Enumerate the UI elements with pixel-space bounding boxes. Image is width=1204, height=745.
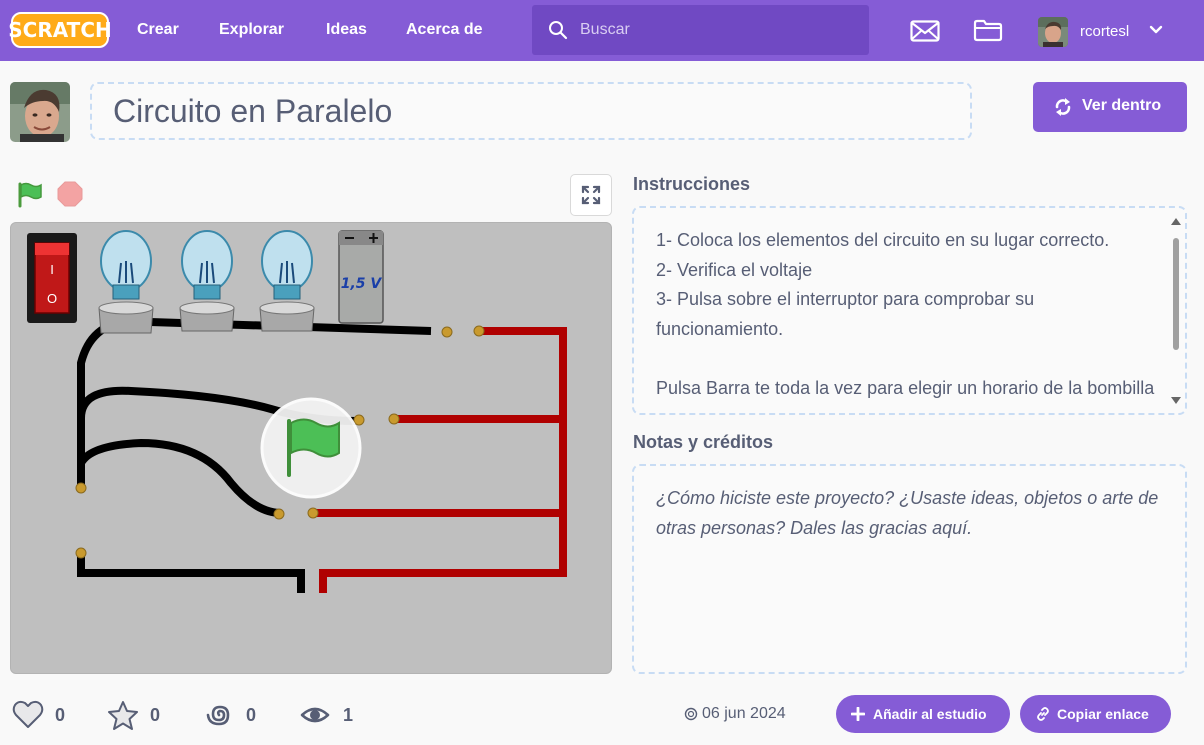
- instructions-box[interactable]: 1- Coloca los elementos del circuito en …: [632, 206, 1187, 415]
- bulb-1: [98, 230, 154, 334]
- project-title-field[interactable]: Circuito en Paralelo: [90, 82, 972, 140]
- date-icon: [684, 707, 698, 721]
- remix-count: 0: [246, 705, 257, 725]
- project-title[interactable]: Circuito en Paralelo: [113, 84, 392, 138]
- views-count: 1: [343, 705, 354, 725]
- green-flag-icon[interactable]: [16, 181, 44, 209]
- stop-sign-icon[interactable]: [57, 181, 83, 207]
- author-avatar-image: [10, 82, 70, 142]
- nav-link-create[interactable]: Crear: [137, 0, 179, 61]
- lower-black-wire: [77, 438, 282, 517]
- notes-heading: Notas y créditos: [633, 432, 774, 452]
- battery-voltage-label: 1,5 V: [341, 276, 383, 292]
- stage-green-flag-overlay: [260, 397, 362, 499]
- add-to-studio-label: Añadir al estudio: [873, 706, 987, 722]
- shared-date-text: 06 jun 2024: [702, 705, 786, 722]
- navbar: SCRATCH Crear Explorar Ideas Acerca de r…: [0, 0, 1204, 61]
- plus-icon: [851, 707, 865, 721]
- switch-off-label: O: [47, 291, 57, 306]
- nav-link-ideas[interactable]: Ideas: [326, 0, 367, 61]
- project-author-avatar[interactable]: [10, 82, 70, 142]
- star-icon: [108, 701, 138, 730]
- fullscreen-button[interactable]: [570, 174, 612, 216]
- eye-icon: [300, 707, 330, 723]
- notes-box[interactable]: ¿Cómo hiciste este proyecto? ¿Usaste ide…: [632, 464, 1187, 674]
- bottom-black-wire: [77, 553, 305, 593]
- copy-link-label: Copiar enlace: [1057, 706, 1149, 722]
- project-stage[interactable]: I O 1,5 V: [10, 222, 612, 674]
- chevron-down-icon[interactable]: [1148, 24, 1164, 36]
- link-icon: [1037, 707, 1049, 721]
- bulb-2: [179, 230, 235, 332]
- instructions-scrollbar[interactable]: [1170, 216, 1182, 406]
- notes-placeholder: ¿Cómo hiciste este proyecto? ¿Usaste ide…: [656, 488, 1159, 538]
- instructions-text: 1- Coloca los elementos del circuito en …: [656, 230, 1155, 398]
- see-inside-label: Ver dentro: [1082, 97, 1162, 114]
- search-icon: [549, 21, 568, 40]
- switch-on-label: I: [50, 262, 54, 277]
- nav-link-explore[interactable]: Explorar: [219, 0, 284, 61]
- search-bar: [532, 5, 869, 55]
- battery: 1,5 V: [338, 230, 384, 324]
- views-stat: 1: [300, 700, 360, 730]
- scratch-logo[interactable]: SCRATCH: [8, 12, 112, 48]
- remix-stat[interactable]: 0: [204, 700, 264, 730]
- favorite-count: 0: [150, 705, 161, 725]
- messages-icon[interactable]: [910, 20, 940, 42]
- search-input[interactable]: [580, 5, 860, 55]
- circuit-switch: I O: [27, 233, 77, 323]
- heart-icon: [12, 700, 44, 728]
- user-avatar[interactable]: [1038, 17, 1068, 47]
- love-count: 0: [55, 705, 66, 725]
- scratch-logo-text[interactable]: SCRATCH: [8, 12, 112, 48]
- remix-arrows-icon: [1055, 98, 1071, 116]
- my-stuff-folder-icon[interactable]: [973, 18, 1003, 42]
- remix-swirl-icon: [206, 705, 230, 726]
- instructions-heading: Instrucciones: [633, 174, 751, 194]
- user-avatar-image: [1038, 17, 1068, 47]
- nav-username[interactable]: rcortesl: [1080, 0, 1129, 63]
- see-inside-button[interactable]: Ver dentro: [1033, 82, 1187, 132]
- add-to-studio-button[interactable]: Añadir al estudio: [836, 695, 1010, 733]
- love-stat[interactable]: 0: [12, 700, 72, 730]
- copy-link-button[interactable]: Copiar enlace: [1020, 695, 1171, 733]
- bulb-3: [259, 230, 315, 332]
- favorite-stat[interactable]: 0: [107, 700, 167, 730]
- nav-link-about[interactable]: Acerca de: [406, 0, 483, 61]
- circuit-scene: I O 1,5 V: [27, 230, 567, 593]
- fullscreen-icon: [581, 185, 601, 205]
